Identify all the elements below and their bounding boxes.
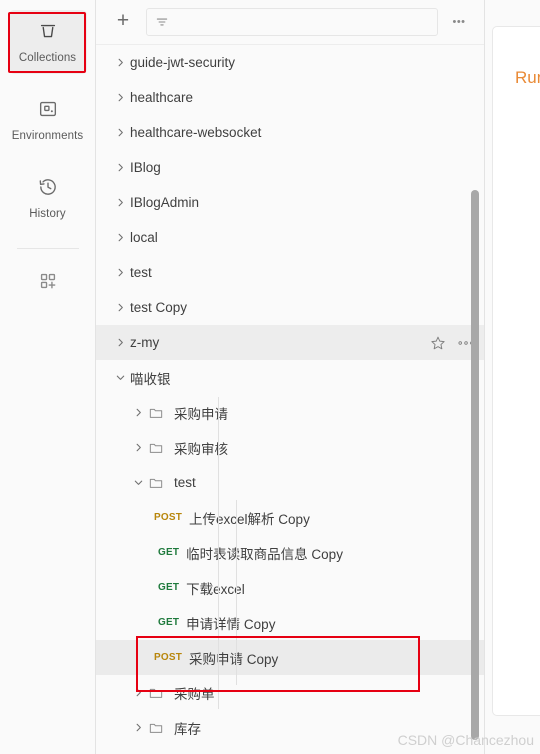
method-label-post: POST [154, 512, 183, 523]
tree-row-label: local [130, 230, 158, 245]
new-collection-button[interactable]: + [112, 10, 134, 33]
tree-row-folder[interactable]: 采购单 [96, 675, 484, 710]
tree-row-collection[interactable]: IBlog [96, 150, 484, 185]
left-icon-rail: Collections Environments History [0, 0, 96, 754]
collections-tree: guide-jwt-security healthcare healthcare… [96, 45, 484, 754]
method-label-get: GET [158, 582, 180, 593]
tree-row-folder[interactable]: 库存 [96, 710, 484, 745]
tree-row-collection-miaoshouyin[interactable]: 喵收银 [96, 360, 484, 395]
rail-divider [16, 248, 79, 249]
folder-icon [148, 440, 168, 456]
tree-row-label: 采购申请 Copy [189, 651, 279, 667]
folder-icon [148, 405, 168, 421]
collections-toolbar: + ••• [96, 0, 484, 45]
method-label-post: POST [154, 652, 183, 663]
sidebar-scrollbar-thumb[interactable] [471, 190, 479, 740]
tree-row-label: 临时表读取商品信息 Copy [186, 546, 343, 562]
tree-row-collection-z-my[interactable]: z-my [96, 325, 484, 360]
tree-row-label: test [130, 265, 152, 280]
tree-row-actions [430, 335, 474, 351]
right-pane: Run [485, 0, 540, 754]
chevron-right-icon[interactable] [110, 162, 130, 173]
chevron-right-icon[interactable] [110, 232, 130, 243]
tree-row-collection[interactable]: local [96, 220, 484, 255]
chevron-right-icon[interactable] [110, 197, 130, 208]
tree-row-label: healthcare-websocket [130, 125, 262, 140]
tree-row-collection[interactable]: IBlogAdmin [96, 185, 484, 220]
chevron-down-icon[interactable] [110, 372, 130, 383]
tree-row-request[interactable]: GET 临时表读取商品信息 Copy [96, 535, 484, 570]
sidebar-item-environments[interactable]: Environments [9, 88, 87, 152]
method-label-get: GET [158, 547, 180, 558]
tree-row-folder-test[interactable]: test [96, 465, 484, 500]
chevron-right-icon[interactable] [128, 442, 148, 453]
tree-row-collection[interactable]: test [96, 255, 484, 290]
sidebar-item-collections[interactable]: Collections [8, 10, 87, 74]
collections-sidebar: + ••• guide-jwt-security healthcare heal… [96, 0, 485, 754]
tree-row-label: 采购审核 [174, 441, 228, 457]
postman-window: Collections Environments History + ••• g… [0, 0, 540, 754]
filter-input[interactable] [176, 14, 429, 30]
collections-icon [11, 19, 85, 43]
tree-row-label: test [174, 475, 196, 490]
tree-row-request-selected[interactable]: POST 采购申请 Copy [96, 640, 484, 675]
environments-icon [11, 97, 85, 121]
chevron-right-icon[interactable] [110, 267, 130, 278]
sidebar-item-environments-label: Environments [11, 130, 84, 142]
star-icon[interactable] [430, 335, 446, 351]
folder-icon [148, 720, 168, 736]
chevron-right-icon[interactable] [128, 687, 148, 698]
indent-guide-level1 [218, 397, 219, 709]
runner-card[interactable]: Run [492, 26, 540, 716]
sidebar-scrollbar-track[interactable] [469, 45, 481, 754]
chevron-right-icon[interactable] [128, 722, 148, 733]
sidebar-item-collections-label: Collections [18, 52, 77, 64]
filter-input-wrapper[interactable] [146, 8, 438, 36]
tree-row-label: 采购申请 [174, 406, 228, 422]
filter-icon [155, 15, 169, 29]
chevron-right-icon[interactable] [110, 302, 130, 313]
chevron-right-icon[interactable] [128, 407, 148, 418]
tree-row-label: 上传excel解析 Copy [189, 511, 310, 527]
tree-row-request[interactable]: POST 上传excel解析 Copy [96, 500, 484, 535]
new-grid-plus-button[interactable] [9, 265, 87, 306]
folder-icon [148, 475, 168, 491]
runner-card-title: Run [515, 68, 540, 87]
tree-row-label: 申请详情 Copy [186, 616, 276, 632]
tree-row-folder[interactable]: 采购审核 [96, 430, 484, 465]
new-grid-plus-icon [11, 269, 85, 293]
tree-row-collection[interactable]: healthcare-websocket [96, 115, 484, 150]
collections-more-button[interactable]: ••• [446, 16, 472, 28]
tree-row-request[interactable]: GET 申请详情 Copy [96, 605, 484, 640]
tree-row-label: IBlog [130, 160, 161, 175]
tree-row-collection[interactable]: guide-jwt-security [96, 45, 484, 80]
method-label-get: GET [158, 617, 180, 628]
tree-row-label: 喵收银 [130, 371, 171, 387]
tree-row-label: guide-jwt-security [130, 55, 236, 70]
folder-icon [148, 685, 168, 701]
chevron-right-icon[interactable] [110, 127, 130, 138]
tree-row-label: test Copy [130, 300, 188, 315]
tree-row-label: IBlogAdmin [130, 195, 200, 210]
sidebar-item-history[interactable]: History [9, 166, 87, 230]
tree-row-label: 库存 [174, 721, 201, 737]
indent-guide-level2 [236, 500, 237, 685]
tree-row-folder[interactable]: 采购申请 [96, 395, 484, 430]
tree-row-collection[interactable]: healthcare [96, 80, 484, 115]
tree-row-collection[interactable]: test Copy [96, 290, 484, 325]
chevron-down-icon[interactable] [128, 477, 148, 488]
chevron-right-icon[interactable] [110, 57, 130, 68]
history-icon [11, 175, 85, 199]
tree-row-label: z-my [130, 335, 160, 350]
tree-row-label: healthcare [130, 90, 194, 105]
tree-row-request[interactable]: GET 下载excel [96, 570, 484, 605]
tree-row-label: 采购单 [174, 686, 215, 702]
sidebar-item-history-label: History [29, 208, 66, 220]
chevron-right-icon[interactable] [110, 92, 130, 103]
chevron-right-icon[interactable] [110, 337, 130, 348]
